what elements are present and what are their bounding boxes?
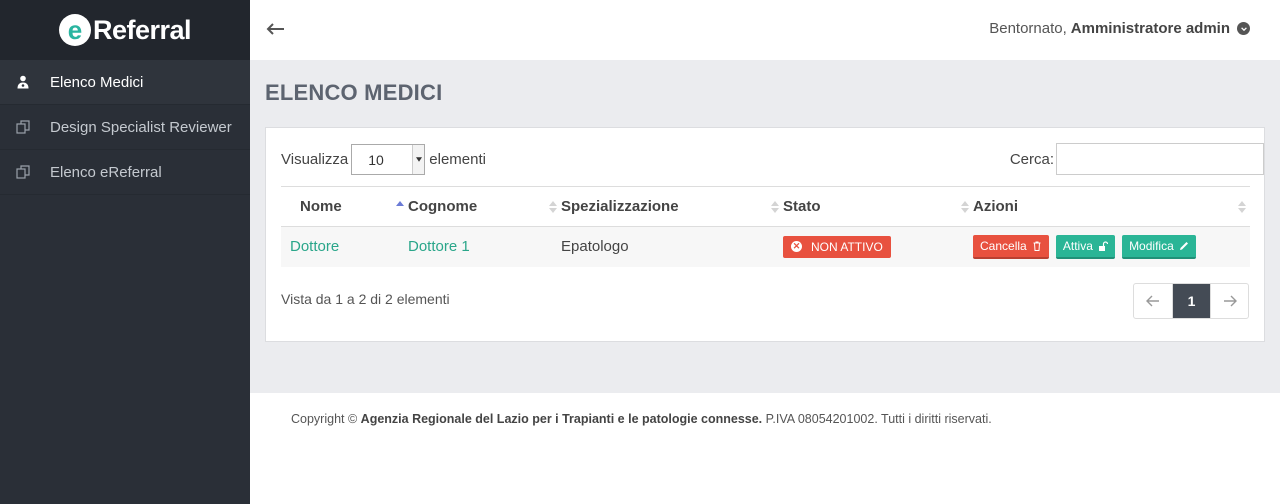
copy-icon <box>16 120 30 134</box>
user-name: Amministratore admin <box>1070 20 1230 37</box>
cell-specializzazione: Epatologo <box>561 226 783 267</box>
activate-button[interactable]: Attiva <box>1055 234 1115 259</box>
page-size-value: 10 <box>368 151 384 168</box>
table-panel: Visualizza 10 elementi Cerca: Nome Cogno… <box>265 127 1265 342</box>
column-header-spezializzazione[interactable]: Spezializzazione <box>561 186 783 227</box>
doctors-table: Nome Cognome Spezializzazione Stato Azio… <box>281 186 1250 267</box>
sidebar-item-label: Elenco Medici <box>50 73 144 91</box>
table-row: Dottore Dottore 1 Epatologo ✕ NON ATTIVO… <box>281 226 1250 267</box>
main-content: ELENCO MEDICI Visualizza 10 elementi Cer… <box>250 60 1280 393</box>
column-header-stato[interactable]: Stato <box>783 186 973 227</box>
delete-button[interactable]: Cancella <box>973 234 1049 259</box>
user-menu[interactable]: Bentornato, Amministratore admin <box>989 20 1250 37</box>
footer: Copyright © Agenzia Regionale del Lazio … <box>250 393 1280 504</box>
cell-nome: Dottore <box>281 226 408 267</box>
search-control: Cerca: <box>1010 143 1264 175</box>
sidebar-item-label: Elenco eReferral <box>50 163 162 181</box>
doctor-name-link[interactable]: Dottore <box>290 238 339 255</box>
search-input[interactable] <box>1056 143 1264 175</box>
topbar: Bentornato, Amministratore admin <box>250 0 1280 60</box>
table-header-row: Nome Cognome Spezializzazione Stato Azio… <box>281 186 1250 227</box>
close-circle-icon: ✕ <box>791 241 802 253</box>
doctor-surname-link[interactable]: Dottore 1 <box>408 238 470 255</box>
sort-icon <box>961 201 969 213</box>
back-arrow-icon[interactable] <box>266 19 286 39</box>
copyright-text: Copyright © Agenzia Regionale del Lazio … <box>291 412 992 426</box>
previous-page-button[interactable] <box>1134 284 1172 318</box>
edit-button[interactable]: Modifica <box>1122 234 1196 259</box>
app-logo[interactable]: e Referral <box>0 0 250 60</box>
greeting-text: Bentornato, <box>989 20 1067 37</box>
organization-name: Agenzia Regionale del Lazio per i Trapia… <box>360 412 763 426</box>
sidebar-item-elenco-ereferral[interactable]: Elenco eReferral <box>0 150 250 195</box>
chevron-down-icon <box>1237 22 1250 35</box>
sort-icon <box>549 201 557 213</box>
doctor-icon <box>16 75 30 89</box>
sort-icon <box>1238 201 1246 213</box>
sort-asc-icon <box>396 201 404 206</box>
sidebar-item-label: Design Specialist Reviewer <box>50 118 232 136</box>
column-header-azioni[interactable]: Azioni <box>973 186 1250 227</box>
column-header-nome[interactable]: Nome <box>281 186 408 227</box>
cell-stato: ✕ NON ATTIVO <box>783 226 973 267</box>
cell-cognome: Dottore 1 <box>408 226 561 267</box>
search-label: Cerca: <box>1009 150 1054 168</box>
pagination-info: Vista da 1 a 2 di 2 elementi <box>281 291 450 307</box>
sidebar-item-design-specialist-reviewer[interactable]: Design Specialist Reviewer <box>0 105 250 150</box>
column-header-cognome[interactable]: Cognome <box>408 186 561 227</box>
arrow-right-icon <box>1223 295 1237 307</box>
page-title: ELENCO MEDICI <box>265 80 443 105</box>
page-size-select[interactable]: 10 <box>351 144 426 175</box>
copy-icon <box>16 165 30 179</box>
cell-azioni: Cancella Attiva Modifica <box>973 226 1250 267</box>
pagination: 1 <box>1133 283 1249 319</box>
dropdown-arrow-icon <box>412 145 425 174</box>
trash-icon <box>1033 241 1041 251</box>
status-badge: ✕ NON ATTIVO <box>783 235 891 258</box>
elements-label: elementi <box>429 151 486 168</box>
sidebar: e Referral Elenco Medici Design Speciali… <box>0 0 250 504</box>
show-label: Visualizza <box>281 151 349 168</box>
unlock-icon <box>1098 241 1108 251</box>
sidebar-item-elenco-medici[interactable]: Elenco Medici <box>0 60 250 105</box>
next-page-button[interactable] <box>1210 284 1248 318</box>
page-button[interactable]: 1 <box>1172 284 1210 318</box>
sort-icon <box>771 201 779 213</box>
logo-text: Referral <box>92 14 192 45</box>
logo-mark: e <box>58 14 91 46</box>
page-size-control: Visualizza 10 elementi <box>281 144 486 175</box>
arrow-left-icon <box>1146 295 1159 307</box>
pencil-icon <box>1179 241 1188 250</box>
